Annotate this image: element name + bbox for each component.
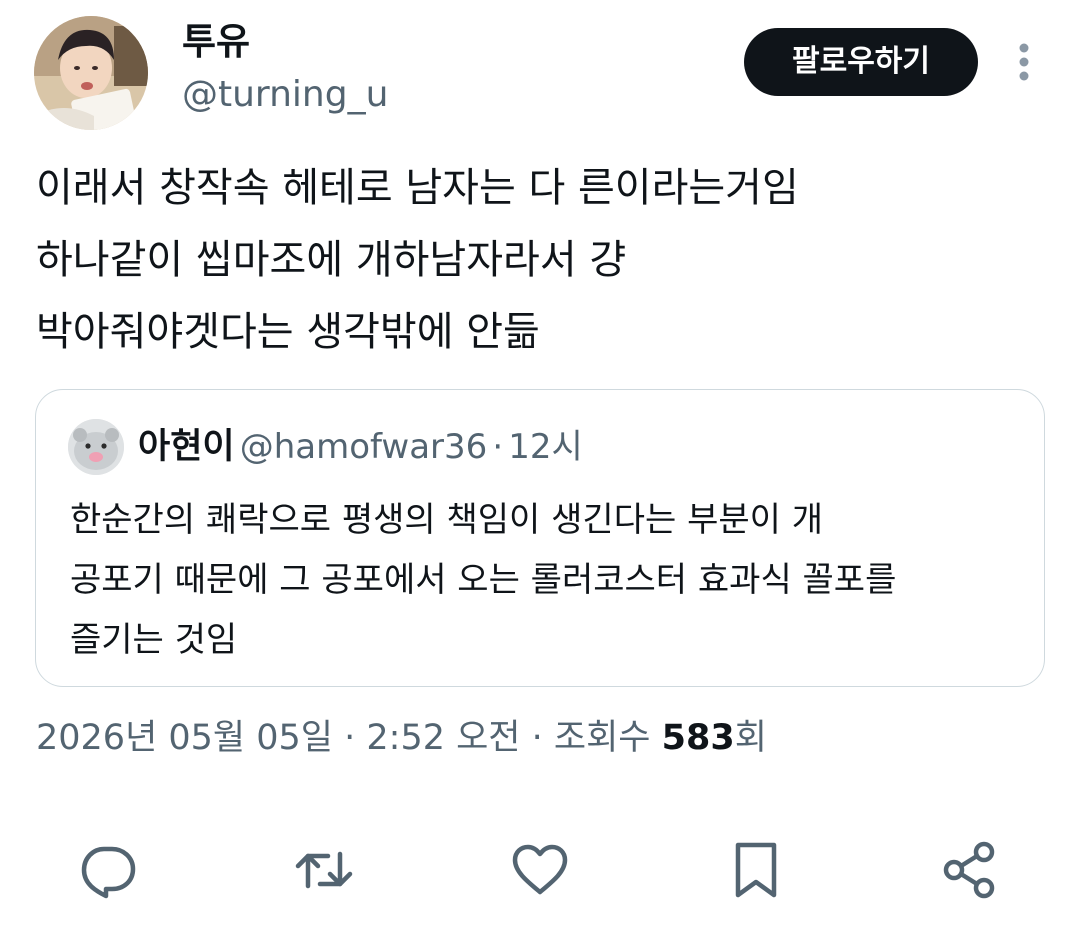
- follow-button[interactable]: 팔로우하기: [744, 28, 978, 96]
- quote-author-avatar[interactable]: [68, 419, 124, 475]
- quote-separator: ·: [492, 427, 504, 467]
- views-count: 583: [661, 718, 735, 758]
- share-icon: [943, 841, 995, 899]
- tweet-meta: 2026년 05월 05일 · 2:52 오전 · 조회수 583회: [36, 712, 767, 764]
- bookmark-button[interactable]: [724, 838, 788, 902]
- reply-button[interactable]: [76, 838, 140, 902]
- retweet-icon: [295, 851, 353, 889]
- reply-icon: [81, 846, 136, 899]
- author-display-name[interactable]: 투유: [182, 20, 250, 64]
- like-button[interactable]: [508, 838, 572, 902]
- meta-separator: ·: [333, 718, 367, 758]
- meta-separator: ·: [520, 718, 554, 758]
- quote-author-name[interactable]: 아현이: [138, 427, 235, 467]
- tweet-text: 이래서 창작속 헤테로 남자는 다 른이라는거임 하나같이 씹마조에 개하남자라…: [36, 152, 1046, 368]
- like-icon: [512, 844, 568, 895]
- tweet-line: 하나같이 씹마조에 개하남자라서 걍: [36, 237, 627, 283]
- bookmark-icon: [735, 842, 777, 898]
- quote-line: 공포기 때문에 그 공포에서 오는 롤러코스터 효과식 꼴포를: [70, 560, 897, 600]
- quote-author-handle[interactable]: @hamofwar36: [240, 427, 488, 467]
- quote-timestamp[interactable]: 12시: [508, 427, 583, 467]
- quote-header: 아현이 @hamofwar36 · 12시: [138, 422, 583, 478]
- author-avatar[interactable]: [34, 16, 148, 130]
- share-button[interactable]: [938, 838, 1002, 902]
- tweet-time[interactable]: 2:52 오전: [366, 718, 520, 758]
- retweet-button[interactable]: [292, 838, 356, 902]
- quoted-tweet-card[interactable]: 아현이 @hamofwar36 · 12시 한순간의 쾌락으로 평생의 책임이 …: [35, 389, 1045, 687]
- views-suffix: 회: [734, 718, 767, 758]
- tweet-date[interactable]: 2026년 05월 05일: [36, 718, 333, 758]
- user-avatar-photo-icon: [34, 16, 148, 130]
- more-vertical-icon: [1019, 43, 1029, 81]
- quote-line: 즐기는 것임: [70, 620, 238, 660]
- author-handle[interactable]: @turning_u: [182, 72, 388, 118]
- tweet-line: 이래서 창작속 헤테로 남자는 다 른이라는거임: [36, 165, 799, 211]
- quote-text: 한순간의 쾌락으로 평생의 책임이 생긴다는 부분이 개 공포기 때문에 그 공…: [70, 490, 1020, 670]
- quote-line: 한순간의 쾌락으로 평생의 책임이 생긴다는 부분이 개: [70, 500, 824, 540]
- views-label: 조회수: [553, 718, 662, 758]
- hamster-avatar-icon: [68, 419, 124, 475]
- tweet-line: 박아줘야겟다는 생각밖에 안듦: [36, 309, 540, 355]
- more-options-button[interactable]: [1004, 38, 1044, 86]
